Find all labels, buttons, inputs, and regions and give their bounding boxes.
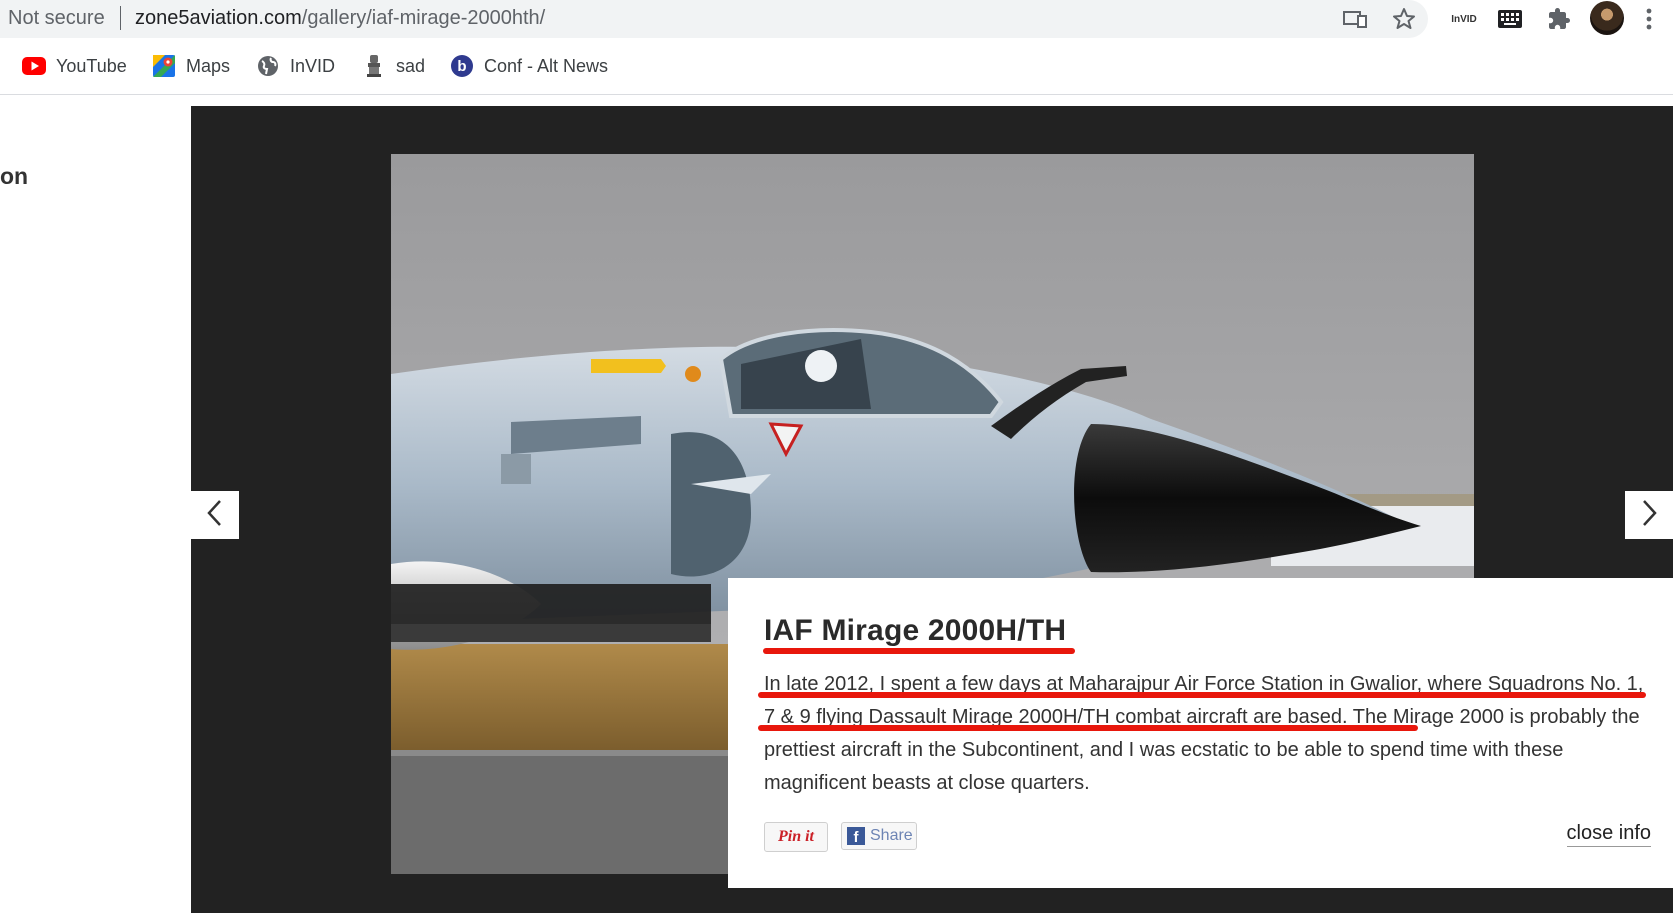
bookmark-label: Maps bbox=[186, 55, 231, 76]
close-info-link[interactable]: close info bbox=[1566, 822, 1651, 847]
annotation-underline bbox=[758, 692, 1646, 698]
bookmark-conf-alt-news[interactable]: b Conf - Alt News bbox=[450, 53, 608, 79]
cast-icon[interactable] bbox=[1342, 6, 1368, 32]
bookmark-maps[interactable]: Maps bbox=[152, 53, 230, 79]
image-info-panel: IAF Mirage 2000H/TH In late 2012, I spen… bbox=[728, 578, 1673, 888]
youtube-icon bbox=[22, 54, 46, 78]
share-label: Share bbox=[870, 827, 913, 844]
keyboard-icon[interactable] bbox=[1497, 6, 1523, 32]
emblem-icon bbox=[362, 54, 386, 78]
star-icon[interactable] bbox=[1391, 6, 1417, 32]
bookmark-label: InVID bbox=[290, 55, 336, 76]
invid-extension-icon[interactable]: InVID bbox=[1448, 6, 1480, 32]
chevron-left-icon bbox=[206, 498, 224, 533]
image-description: In late 2012, I spent a few days at Maha… bbox=[764, 673, 1644, 794]
invid-badge-text: InVID bbox=[1451, 13, 1477, 25]
bookmark-label: sad bbox=[396, 55, 426, 76]
address-divider bbox=[120, 6, 121, 30]
chevron-right-icon bbox=[1640, 498, 1658, 533]
bookmark-sad[interactable]: sad bbox=[362, 53, 425, 79]
url-path: /gallery/iaf-mirage-2000hth/ bbox=[301, 7, 546, 29]
security-indicator[interactable]: Not secure bbox=[8, 7, 105, 30]
profile-avatar[interactable] bbox=[1590, 1, 1624, 35]
bookmark-youtube[interactable]: YouTube bbox=[22, 53, 127, 79]
browser-toolbar: Not secure zone5aviation.com/gallery/iaf… bbox=[0, 0, 1673, 38]
bookmarks-bar: YouTube Maps InVID sad b Conf - Alt News bbox=[0, 38, 1673, 95]
bookmark-invid[interactable]: InVID bbox=[256, 53, 335, 79]
b-logo-icon: b bbox=[450, 54, 474, 78]
annotation-underline bbox=[758, 725, 1418, 731]
url-host: zone5aviation.com bbox=[135, 7, 302, 29]
extensions-puzzle-icon[interactable] bbox=[1546, 6, 1572, 32]
address-bar[interactable]: Not secure zone5aviation.com/gallery/iaf… bbox=[0, 0, 1428, 38]
menu-kebab-icon[interactable] bbox=[1640, 6, 1658, 32]
image-title: IAF Mirage 2000H/TH bbox=[764, 614, 1067, 647]
facebook-icon: f bbox=[847, 827, 865, 845]
maps-icon bbox=[152, 54, 176, 78]
url-text[interactable]: zone5aviation.com/gallery/iaf-mirage-200… bbox=[135, 7, 545, 30]
previous-image-button[interactable] bbox=[191, 491, 239, 539]
svg-text:b: b bbox=[457, 58, 466, 75]
facebook-share-button[interactable]: f Share bbox=[841, 822, 917, 850]
pin-it-button[interactable]: Pin it bbox=[764, 822, 828, 852]
page-heading-fragment: on bbox=[0, 163, 29, 189]
bookmark-label: Conf - Alt News bbox=[484, 55, 609, 76]
annotation-underline bbox=[763, 648, 1075, 654]
globe-icon bbox=[256, 54, 280, 78]
bookmark-label: YouTube bbox=[56, 55, 127, 76]
next-image-button[interactable] bbox=[1625, 491, 1673, 539]
